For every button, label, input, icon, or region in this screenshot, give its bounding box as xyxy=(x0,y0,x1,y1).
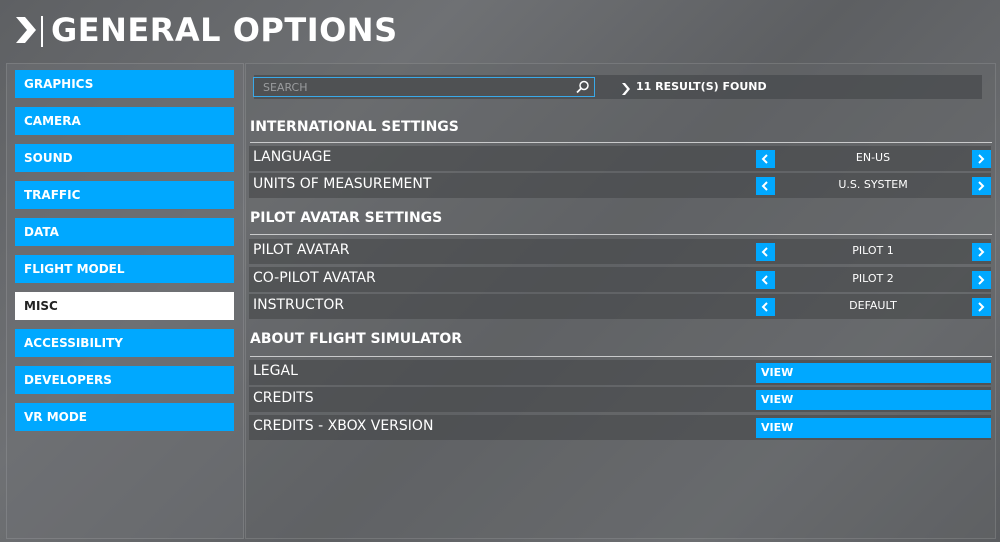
header-divider xyxy=(41,16,43,47)
setting-label: LANGUAGE xyxy=(253,149,332,165)
setting-label: PILOT AVATAR xyxy=(253,242,350,258)
sidebar-item-flight-model[interactable]: FLIGHT MODEL xyxy=(15,255,234,283)
setting-label: LEGAL xyxy=(253,363,298,379)
setting-label: CREDITS - XBOX VERSION xyxy=(253,418,434,434)
search-field[interactable] xyxy=(253,77,595,97)
sidebar-item-traffic[interactable]: TRAFFIC xyxy=(15,181,234,209)
sidebar-item-data[interactable]: DATA xyxy=(15,218,234,246)
setting-row-credits-xbox: CREDITS - XBOX VERSION VIEW xyxy=(249,415,991,440)
section-title-international: INTERNATIONAL SETTINGS xyxy=(250,119,459,135)
previous-option-button[interactable] xyxy=(756,271,775,289)
chevron-left-icon xyxy=(761,154,768,164)
back-chevron-icon[interactable] xyxy=(16,17,36,43)
next-option-button[interactable] xyxy=(972,150,991,168)
next-option-button[interactable] xyxy=(972,271,991,289)
sidebar-item-sound[interactable]: SOUND xyxy=(15,144,234,172)
setting-value: PILOT 1 xyxy=(852,244,894,257)
setting-value: U.S. SYSTEM xyxy=(838,178,908,191)
setting-value: DEFAULT xyxy=(849,299,897,312)
search-results-count: 11 RESULT(S) FOUND xyxy=(636,80,767,93)
results-chevron-icon xyxy=(622,83,630,95)
chevron-left-icon xyxy=(761,302,768,312)
chevron-right-icon xyxy=(978,275,985,285)
setting-label: INSTRUCTOR xyxy=(253,297,345,313)
sidebar-item-misc[interactable]: MISC xyxy=(15,292,234,320)
previous-option-button[interactable] xyxy=(756,298,775,316)
section-title-pilot-avatar: PILOT AVATAR SETTINGS xyxy=(250,210,443,226)
setting-row-units: UNITS OF MEASUREMENT U.S. SYSTEM xyxy=(249,173,991,198)
chevron-right-icon xyxy=(978,154,985,164)
setting-row-instructor: INSTRUCTOR DEFAULT xyxy=(249,294,991,319)
page-title: GENERAL OPTIONS xyxy=(51,11,398,49)
setting-value: EN-US xyxy=(855,151,891,164)
setting-row-legal: LEGAL VIEW xyxy=(249,360,991,385)
chevron-left-icon xyxy=(761,275,768,285)
view-button[interactable]: VIEW xyxy=(756,418,991,438)
sidebar-item-camera[interactable]: CAMERA xyxy=(15,107,234,135)
setting-label: CREDITS xyxy=(253,390,314,406)
chevron-right-icon xyxy=(978,302,985,312)
previous-option-button[interactable] xyxy=(756,150,775,168)
sidebar-item-accessibility[interactable]: ACCESSIBILITY xyxy=(15,329,234,357)
next-option-button[interactable] xyxy=(972,177,991,195)
previous-option-button[interactable] xyxy=(756,177,775,195)
search-input[interactable] xyxy=(254,78,574,96)
setting-row-copilot-avatar: CO-PILOT AVATAR PILOT 2 xyxy=(249,267,991,292)
chevron-left-icon xyxy=(761,181,768,191)
sidebar-item-vr-mode[interactable]: VR MODE xyxy=(15,403,234,431)
previous-option-button[interactable] xyxy=(756,243,775,261)
chevron-right-icon xyxy=(978,181,985,191)
sidebar-item-graphics[interactable]: GRAPHICS xyxy=(15,70,234,98)
setting-row-pilot-avatar: PILOT AVATAR PILOT 1 xyxy=(249,239,991,264)
setting-label: UNITS OF MEASUREMENT xyxy=(253,176,432,192)
setting-row-credits: CREDITS VIEW xyxy=(249,387,991,412)
chevron-left-icon xyxy=(761,247,768,257)
view-button[interactable]: VIEW xyxy=(756,390,991,410)
category-sidebar: GRAPHICS CAMERA SOUND TRAFFIC DATA FLIGH… xyxy=(6,63,244,539)
chevron-right-icon xyxy=(978,247,985,257)
sidebar-item-developers[interactable]: DEVELOPERS xyxy=(15,366,234,394)
page-header: GENERAL OPTIONS xyxy=(0,0,1000,62)
setting-row-language: LANGUAGE EN-US xyxy=(249,146,991,171)
view-button[interactable]: VIEW xyxy=(756,363,991,383)
next-option-button[interactable] xyxy=(972,243,991,261)
section-divider xyxy=(250,142,992,143)
section-divider xyxy=(250,356,992,357)
search-icon[interactable] xyxy=(576,80,590,94)
section-divider xyxy=(250,234,992,235)
settings-panel: 11 RESULT(S) FOUND INTERNATIONAL SETTING… xyxy=(245,63,996,539)
setting-value: PILOT 2 xyxy=(852,272,894,285)
next-option-button[interactable] xyxy=(972,298,991,316)
setting-label: CO-PILOT AVATAR xyxy=(253,270,376,286)
section-title-about: ABOUT FLIGHT SIMULATOR xyxy=(250,331,463,347)
